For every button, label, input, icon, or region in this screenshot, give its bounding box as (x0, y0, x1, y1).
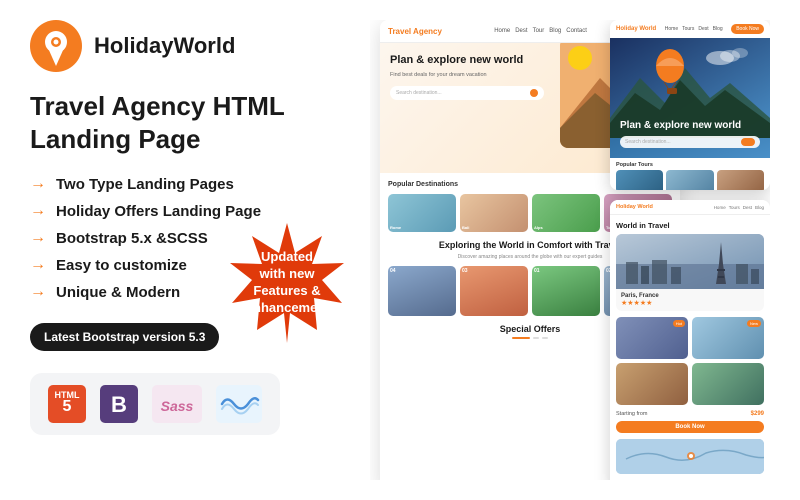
wave-icon (216, 385, 262, 423)
ptr-header: Holiday World Home Tours Dest Blog Book … (610, 20, 770, 38)
ptr-card (717, 170, 764, 190)
ptr-card (616, 170, 663, 190)
pbr-world-card: Paris, France ★★★★★ (616, 234, 764, 311)
explore-card: 03 (460, 266, 528, 316)
pbr-section-title: World in Travel (610, 215, 770, 234)
explore-card: 01 (532, 266, 600, 316)
arrow-icon: → (30, 229, 46, 247)
right-panel: Travel Agency Home Dest Tour Blog Contac… (370, 20, 770, 480)
ptr-hero: Plan & explore new world Search destinat… (610, 38, 770, 158)
preview-bottom-right-screenshot: Holiday World Home Tours Dest Blog World… (610, 200, 770, 480)
pbr-header: Holiday World Home Tours Dest Blog (610, 200, 770, 215)
ptr-cta-button: Book Now (731, 24, 764, 34)
ptr-card (666, 170, 713, 190)
pbr-dest-grid: Hot New (610, 317, 770, 411)
starburst-text: Updated with new Features & Enhancement (234, 239, 339, 327)
logo-area: HolidayWorld (30, 20, 360, 72)
preview-nav-logo: Travel Agency (388, 27, 442, 36)
pbr-card-stars: ★★★★★ (621, 299, 759, 307)
ptr-search-bar: Search destination... (620, 136, 760, 148)
svg-text:Sass: Sass (161, 398, 194, 414)
feature-label: Bootstrap 5.x &SCSS (56, 230, 208, 247)
preview-nav-links: Home Dest Tour Blog Contact (494, 28, 587, 34)
pbr-price-label: Starting from (616, 411, 647, 417)
preview-hero-search: Search destination... (390, 86, 544, 100)
ptr-popular: Popular Tours (616, 162, 764, 168)
pbr-dest-card (692, 363, 764, 405)
starburst-badge: Updated with new Features & Enhancement (222, 218, 352, 348)
pbr-dest-card: Hot (616, 317, 688, 359)
feature-label: Holiday Offers Landing Page (56, 203, 261, 220)
starburst-container: Updated with new Features & Enhancement (222, 218, 352, 348)
logo-icon (30, 20, 82, 72)
tech-icons-bar: 5 HTML B Sass (30, 373, 280, 435)
bootstrap-badge: Latest Bootstrap version 5.3 (30, 323, 219, 351)
pbr-price-value: $299 (751, 411, 764, 417)
svg-text:B: B (111, 392, 127, 417)
feature-label: Unique & Modern (56, 284, 180, 301)
preview-hero-title: Plan & explore new world (390, 53, 544, 67)
svg-text:HTML: HTML (55, 390, 80, 400)
pbr-price-area: Starting from $299 Book Now (610, 411, 770, 439)
brand-name: HolidayWorld (94, 33, 235, 59)
bootstrap-icon: B (100, 385, 138, 423)
arrow-icon: → (30, 202, 46, 220)
ptr-cards (616, 170, 764, 190)
pbr-dest-card (616, 363, 688, 405)
ptr-brand: Holiday World (616, 26, 656, 32)
arrow-icon: → (30, 256, 46, 274)
sass-icon: Sass (152, 385, 202, 423)
list-item: → Two Type Landing Pages (30, 175, 360, 193)
feature-label: Two Type Landing Pages (56, 176, 234, 193)
arrow-icon: → (30, 283, 46, 301)
pbr-book-button[interactable]: Book Now (616, 421, 764, 433)
dest-card: Bali (460, 194, 528, 232)
pbr-dest-card: New (692, 317, 764, 359)
ptr-hero-title: Plan & explore new world (620, 120, 760, 132)
arrow-icon: → (30, 175, 46, 193)
svg-text:5: 5 (63, 398, 72, 415)
dest-card: Rome (388, 194, 456, 232)
feature-label: Easy to customize (56, 257, 187, 274)
search-btn (530, 89, 538, 97)
pbr-logo: Holiday World (616, 204, 653, 210)
main-container: HolidayWorld Travel Agency HTML Landing … (0, 0, 800, 500)
dest-card: Alps (532, 194, 600, 232)
page-title: Travel Agency HTML Landing Page (30, 90, 360, 155)
ptr-search-button (741, 138, 755, 146)
preview-hero-desc: Find best deals for your dream vacation (390, 72, 544, 80)
pbr-map-image (616, 439, 764, 474)
explore-card: 04 (388, 266, 456, 316)
preview-top-right-screenshot: Holiday World Home Tours Dest Blog Book … (610, 20, 770, 190)
html5-icon: 5 HTML (48, 385, 86, 423)
